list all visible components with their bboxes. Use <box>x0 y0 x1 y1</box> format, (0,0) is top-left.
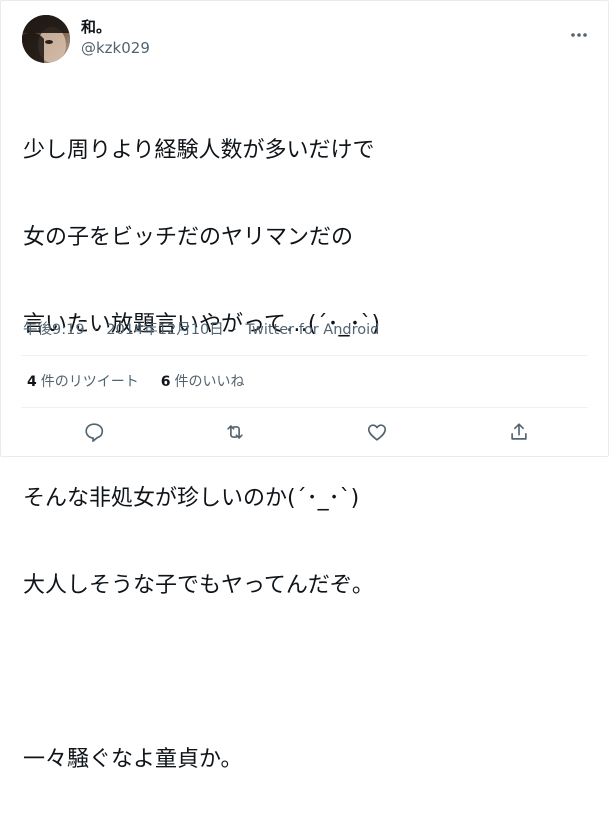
action-bar <box>1 419 608 447</box>
like-count: 6 <box>160 374 171 390</box>
tweet-text: 少し周りより経験人数が多いだけで 女の子をビッチだのヤリマンだの 言いたい放題言… <box>23 78 583 832</box>
divider <box>21 355 588 356</box>
divider <box>21 407 588 408</box>
display-name[interactable]: 和。 <box>81 17 111 37</box>
retweet-stat[interactable]: 4 件のリツイート <box>27 372 139 392</box>
tweet-stats: 4 件のリツイート 6 件のいいね <box>27 372 245 392</box>
like-stat[interactable]: 6 件のいいね <box>161 372 245 392</box>
heart-icon <box>367 424 387 441</box>
meta-separator: · <box>232 322 237 338</box>
avatar-image <box>22 15 70 63</box>
reply-icon <box>85 423 104 442</box>
avatar[interactable] <box>22 15 70 63</box>
reply-button[interactable] <box>81 419 107 445</box>
like-label: 件のいいね <box>174 374 245 390</box>
tweet-source[interactable]: Twitter for Android <box>246 322 380 338</box>
like-button[interactable] <box>364 419 390 445</box>
more-options-icon[interactable] <box>570 23 588 37</box>
retweet-count: 4 <box>27 374 37 390</box>
tweet-card: 和。 @kzk029 少し周りより経験人数が多いだけで 女の子をビッチだのヤリマ… <box>0 0 609 772</box>
tweet-line: 少し周りより経験人数が多いだけで <box>23 138 375 163</box>
meta-separator: · <box>93 322 98 338</box>
tweet-line: 一々騒ぐなよ童貞か。 <box>23 747 243 772</box>
share-button[interactable] <box>506 419 532 445</box>
tweet-time[interactable]: 午後9:19 <box>23 322 85 338</box>
share-icon <box>511 423 527 440</box>
tweet-date[interactable]: 2014年12月10日 <box>106 322 223 338</box>
tweet-meta: 午後9:19 · 2014年12月10日 · Twitter for Andro… <box>23 320 379 340</box>
tweet-line: そんな非処女が珍しいのか(´･_･`) <box>23 486 360 511</box>
tweet-line: 女の子をビッチだのヤリマンだの <box>23 225 354 250</box>
retweet-label: 件のリツイート <box>40 374 139 390</box>
tweet-line <box>23 658 583 687</box>
user-handle[interactable]: @kzk029 <box>81 38 150 58</box>
tweet-line: 大人しそうな子でもヤってんだぞ。 <box>23 573 374 598</box>
retweet-icon <box>227 425 243 439</box>
retweet-button[interactable] <box>222 419 248 445</box>
